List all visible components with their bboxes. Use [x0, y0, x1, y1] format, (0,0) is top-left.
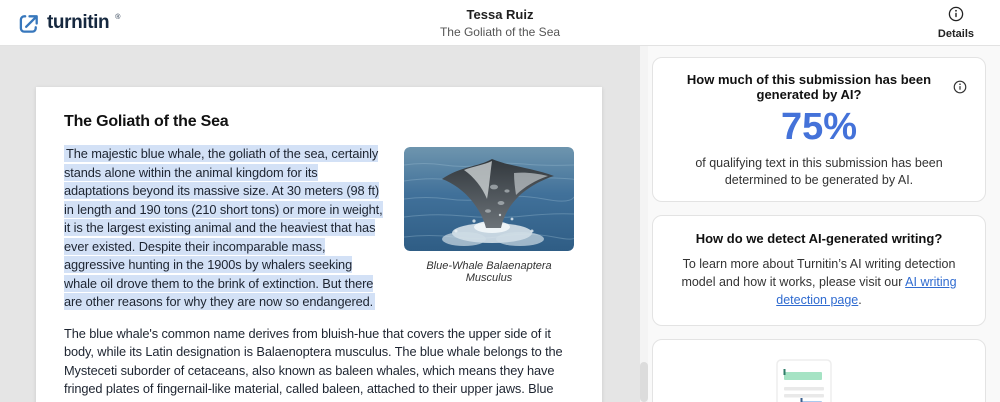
- ai-score-header: How much of this submission has been gen…: [671, 72, 967, 102]
- document-figure: Blue-Whale Balaenaptera Musculus: [404, 147, 574, 284]
- ai-score-question: How much of this submission has been gen…: [671, 72, 947, 102]
- top-header: turnitin ® Tessa Ruiz The Goliath of the…: [0, 0, 1000, 46]
- ai-detection-title: How do we detect AI-generated writing?: [671, 231, 967, 246]
- document-scrollbar-track[interactable]: [640, 46, 648, 402]
- ai-highlighted-text-1[interactable]: The majestic blue whale, the goliath of …: [64, 145, 383, 310]
- main-area: The Goliath of the Sea: [0, 46, 1000, 402]
- turnitin-logo[interactable]: turnitin ®: [18, 0, 120, 46]
- document-page: The Goliath of the Sea: [36, 87, 602, 402]
- ai-detection-body: To learn more about Turnitin’s AI writin…: [671, 255, 967, 309]
- details-label: Details: [938, 28, 974, 40]
- details-button[interactable]: Details: [938, 6, 974, 40]
- ai-score-card: How much of this submission has been gen…: [652, 57, 986, 202]
- ai-score-value: 75%: [671, 107, 967, 149]
- submission-info: Tessa Ruiz The Goliath of the Sea: [440, 7, 560, 39]
- ai-detection-card: How do we detect AI-generated writing? T…: [652, 215, 986, 326]
- document-title: The Goliath of the Sea: [64, 113, 574, 131]
- document-ai-analysis-illustration: [771, 356, 867, 402]
- paragraph-2: The blue whale's common name derives fro…: [64, 325, 574, 402]
- ai-writing-panel: How much of this submission has been gen…: [648, 46, 1000, 402]
- detection-body-period: .: [858, 293, 861, 307]
- whale-tail-photo: [404, 147, 574, 251]
- image-caption: Blue-Whale Balaenaptera Musculus: [404, 260, 574, 284]
- logo-trademark: ®: [115, 14, 120, 21]
- info-icon: [948, 6, 964, 22]
- submission-title: The Goliath of the Sea: [440, 25, 560, 39]
- info-icon[interactable]: [953, 80, 967, 94]
- logo-wordmark: turnitin: [47, 12, 109, 34]
- author-name: Tessa Ruiz: [440, 7, 560, 22]
- document-panel: The Goliath of the Sea: [0, 46, 648, 402]
- ai-illustration-card: [652, 339, 986, 402]
- ai-score-description: of qualifying text in this submission ha…: [671, 155, 967, 189]
- document-scrollbar-thumb[interactable]: [640, 362, 648, 402]
- turnitin-arrow-icon: [18, 12, 41, 35]
